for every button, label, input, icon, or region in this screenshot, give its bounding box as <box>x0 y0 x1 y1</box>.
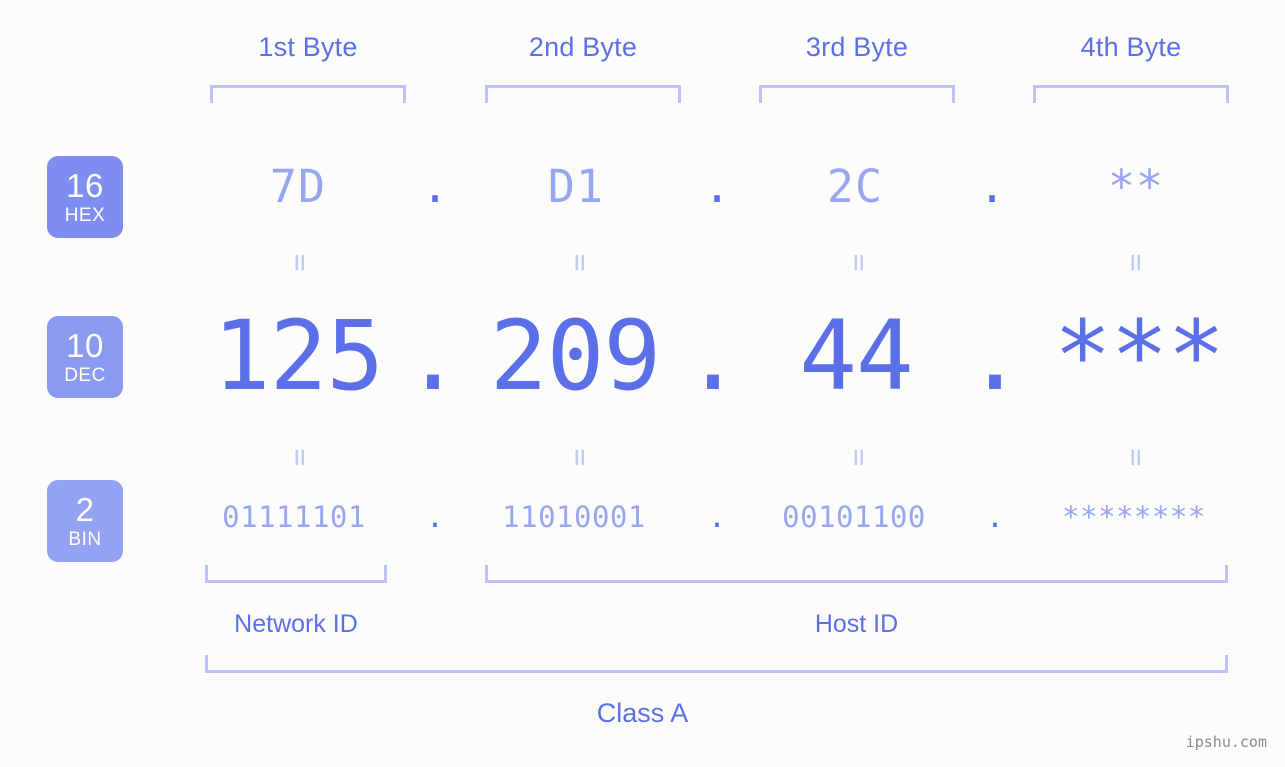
base-badge-bin: 2 BIN <box>47 480 123 562</box>
base-badge-bin-name: BIN <box>68 529 102 550</box>
host-id-label: Host ID <box>814 610 899 638</box>
bin-byte-4: ******** <box>1062 500 1206 534</box>
network-id-bracket <box>205 565 387 583</box>
class-bracket <box>205 655 1228 673</box>
byte-bracket-3 <box>759 85 955 103</box>
hex-separator-2: . <box>703 160 731 213</box>
dec-separator-3: . <box>966 300 1024 412</box>
byte-header-4: 4th Byte <box>1080 32 1182 62</box>
bin-byte-3: 00101100 <box>782 500 926 534</box>
bin-separator-2: . <box>708 500 726 534</box>
bin-separator-3: . <box>986 500 1004 534</box>
byte-bracket-2 <box>485 85 681 103</box>
ip-address-breakdown-diagram: 1st Byte 2nd Byte 3rd Byte 4th Byte 16 H… <box>0 0 1285 767</box>
byte-header-1: 1st Byte <box>258 32 358 62</box>
bin-byte-1: 01111101 <box>222 500 366 534</box>
base-badge-bin-number: 2 <box>75 491 95 528</box>
byte-header-2: 2nd Byte <box>528 32 638 62</box>
dec-separator-2: . <box>684 300 742 412</box>
base-badge-dec-number: 10 <box>66 327 104 364</box>
bin-separator-1: . <box>426 500 444 534</box>
base-badge-hex-name: HEX <box>64 205 106 226</box>
hex-separator-1: . <box>421 160 449 213</box>
byte-header-3: 3rd Byte <box>805 32 909 62</box>
base-badge-dec: 10 DEC <box>47 316 123 398</box>
site-watermark: ipshu.com <box>1185 733 1267 751</box>
bin-byte-2: 11010001 <box>502 500 646 534</box>
base-badge-hex-number: 16 <box>66 167 104 204</box>
class-label: Class A <box>596 698 689 728</box>
base-badge-hex: 16 HEX <box>47 156 123 238</box>
byte-bracket-1 <box>210 85 406 103</box>
dec-separator-1: . <box>404 300 462 412</box>
network-id-label: Network ID <box>234 610 358 638</box>
host-id-bracket <box>485 565 1228 583</box>
base-badge-dec-name: DEC <box>64 365 106 386</box>
byte-bracket-4 <box>1033 85 1229 103</box>
hex-separator-3: . <box>978 160 1006 213</box>
